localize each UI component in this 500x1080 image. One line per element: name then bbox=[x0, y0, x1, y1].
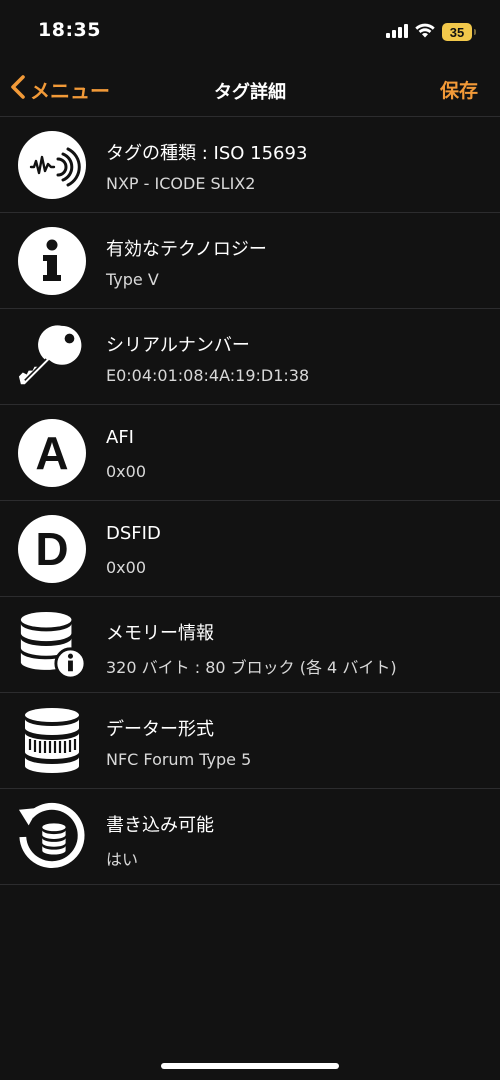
battery-icon: 35 bbox=[442, 23, 476, 41]
wifi-icon bbox=[415, 23, 435, 42]
list-item-memory-info: メモリー情報 320 バイト : 80 ブロック (各 4 バイト) bbox=[0, 597, 500, 693]
list-item-data-format: データー形式 NFC Forum Type 5 bbox=[0, 693, 500, 789]
battery-level: 35 bbox=[449, 24, 465, 40]
item-title: タグの種類 : ISO 15693 bbox=[106, 143, 308, 164]
item-value: はい bbox=[106, 850, 139, 869]
list-item-afi: A AFI 0x00 bbox=[0, 405, 500, 501]
list-item-writable: 書き込み可能 はい bbox=[0, 789, 500, 885]
item-value: NFC Forum Type 5 bbox=[106, 750, 252, 769]
icon-letter: D bbox=[18, 515, 86, 583]
page-title: タグ詳細 bbox=[214, 82, 286, 103]
status-time: 18:35 bbox=[38, 19, 101, 41]
letter-d-icon: D bbox=[17, 514, 87, 584]
item-value: 320 バイト : 80 ブロック (各 4 バイト) bbox=[106, 658, 397, 677]
list-item-serial-number: シリアルナンバー E0:04:01:08:4A:19:D1:38 bbox=[0, 309, 500, 405]
info-icon bbox=[17, 226, 87, 296]
item-value: 0x00 bbox=[106, 558, 147, 577]
item-title: メモリー情報 bbox=[106, 623, 214, 644]
item-value: E0:04:01:08:4A:19:D1:38 bbox=[106, 366, 310, 385]
list-item-technologies: 有効なテクノロジー Type V bbox=[0, 213, 500, 309]
status-indicators: 35 bbox=[386, 22, 476, 42]
cellular-signal-icon bbox=[386, 23, 408, 42]
list-item-tag-type: タグの種類 : ISO 15693 NXP - ICODE SLIX2 bbox=[0, 117, 500, 213]
item-title: データー形式 bbox=[106, 719, 214, 740]
nfc-sound-wave-icon bbox=[17, 130, 87, 200]
database-format-icon bbox=[17, 706, 87, 776]
item-value: Type V bbox=[106, 270, 159, 289]
icon-letter: A bbox=[18, 419, 86, 487]
letter-a-icon: A bbox=[17, 418, 87, 488]
item-title: 書き込み可能 bbox=[106, 815, 214, 836]
item-value: 0x00 bbox=[106, 462, 147, 481]
home-indicator[interactable] bbox=[161, 1063, 339, 1069]
database-rewrite-icon bbox=[17, 802, 87, 872]
item-title: 有効なテクノロジー bbox=[106, 239, 267, 260]
item-value: NXP - ICODE SLIX2 bbox=[106, 174, 256, 193]
item-title: AFI bbox=[106, 427, 134, 448]
item-title: シリアルナンバー bbox=[106, 335, 250, 356]
key-icon bbox=[17, 322, 87, 392]
tag-detail-list: タグの種類 : ISO 15693 NXP - ICODE SLIX2 有効なテ… bbox=[0, 117, 500, 885]
save-button[interactable]: 保存 bbox=[440, 76, 478, 103]
list-item-dsfid: D DSFID 0x00 bbox=[0, 501, 500, 597]
item-title: DSFID bbox=[106, 523, 161, 544]
status-bar: 18:35 35 bbox=[0, 0, 500, 62]
navigation-bar: メニュー タグ詳細 保存 bbox=[0, 62, 500, 117]
database-info-icon bbox=[17, 610, 87, 680]
